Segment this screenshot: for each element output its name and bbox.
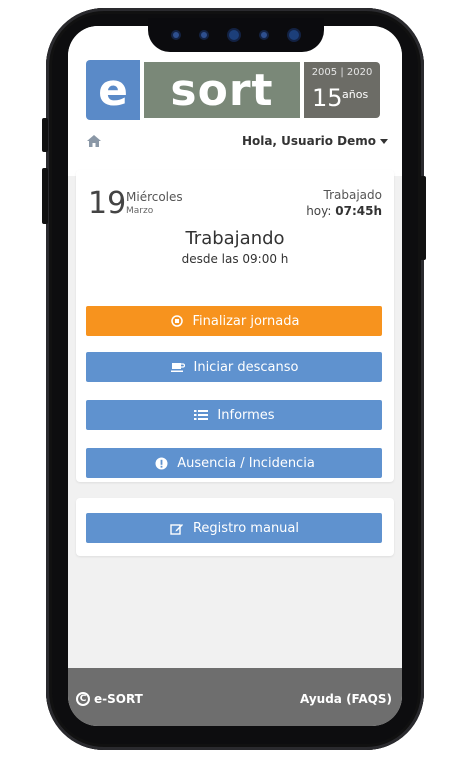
manual-entry-label: Registro manual bbox=[192, 520, 299, 536]
anniversary-label: años bbox=[342, 88, 369, 101]
date-weekday: Miércoles bbox=[126, 190, 183, 204]
copyright-text: e-SORT bbox=[94, 692, 143, 706]
attendance-card: 19 Miércoles Marzo Trabajado hoy: 07:45h… bbox=[76, 170, 394, 482]
anniversary-badge: 2005 | 2020 15 años bbox=[304, 62, 380, 118]
date-day: 19 bbox=[88, 186, 127, 221]
logo-sort: sort bbox=[144, 62, 300, 118]
copyright-icon: C bbox=[76, 692, 90, 706]
chevron-down-icon bbox=[380, 138, 388, 144]
sensor-icon bbox=[261, 32, 267, 38]
list-icon bbox=[193, 407, 209, 423]
worked-hours: 07:45h bbox=[335, 204, 382, 218]
work-status: Trabajando bbox=[185, 228, 285, 249]
anniversary-range: 2005 | 2020 bbox=[311, 67, 373, 78]
reports-button[interactable]: Informes bbox=[86, 400, 382, 430]
copyright: C e-SORT bbox=[76, 692, 143, 706]
manual-entry-card: Registro manual bbox=[76, 498, 394, 556]
user-greeting: Hola, Usuario Demo bbox=[241, 134, 376, 148]
front-camera-icon bbox=[229, 30, 239, 40]
worked-prefix: hoy: bbox=[306, 204, 332, 218]
exclamation-circle-icon bbox=[153, 455, 169, 471]
anniversary-count: 15 bbox=[312, 84, 343, 112]
stop-circle-icon bbox=[169, 313, 185, 329]
logo-e: e bbox=[86, 60, 140, 120]
worked-label: Trabajado bbox=[323, 188, 382, 202]
sensor-icon bbox=[201, 32, 207, 38]
phone-notch bbox=[148, 18, 324, 52]
top-nav: Hola, Usuario Demo bbox=[68, 130, 402, 156]
start-break-label: Iniciar descanso bbox=[193, 359, 299, 375]
end-shift-label: Finalizar jornada bbox=[192, 313, 300, 329]
absence-button[interactable]: Ausencia / Incidencia bbox=[86, 448, 382, 478]
manual-entry-button[interactable]: Registro manual bbox=[86, 513, 382, 543]
help-link[interactable]: Ayuda (FAQS) bbox=[300, 692, 392, 706]
coffee-icon bbox=[170, 359, 186, 375]
phone-side-button bbox=[42, 118, 48, 152]
work-since: desde las 09:00 h bbox=[181, 252, 289, 266]
phone-side-button bbox=[42, 168, 48, 224]
sensor-icon bbox=[173, 32, 179, 38]
phone-side-button bbox=[420, 176, 426, 260]
app-screen: e sort 2005 | 2020 15 años Hola, Usuario… bbox=[68, 26, 402, 726]
esort-logo[interactable]: e sort 2005 | 2020 15 años bbox=[86, 60, 380, 120]
absence-label: Ausencia / Incidencia bbox=[177, 455, 315, 471]
home-icon[interactable] bbox=[86, 134, 102, 148]
front-camera-icon bbox=[289, 30, 299, 40]
app-footer: C e-SORT Ayuda (FAQS) bbox=[68, 668, 402, 726]
end-shift-button[interactable]: Finalizar jornada bbox=[86, 306, 382, 336]
date-month: Marzo bbox=[126, 206, 154, 216]
reports-label: Informes bbox=[217, 407, 275, 423]
edit-icon bbox=[169, 520, 185, 536]
start-break-button[interactable]: Iniciar descanso bbox=[86, 352, 382, 382]
worked-today: hoy: 07:45h bbox=[306, 204, 382, 218]
user-menu[interactable]: Hola, Usuario Demo bbox=[242, 134, 388, 148]
